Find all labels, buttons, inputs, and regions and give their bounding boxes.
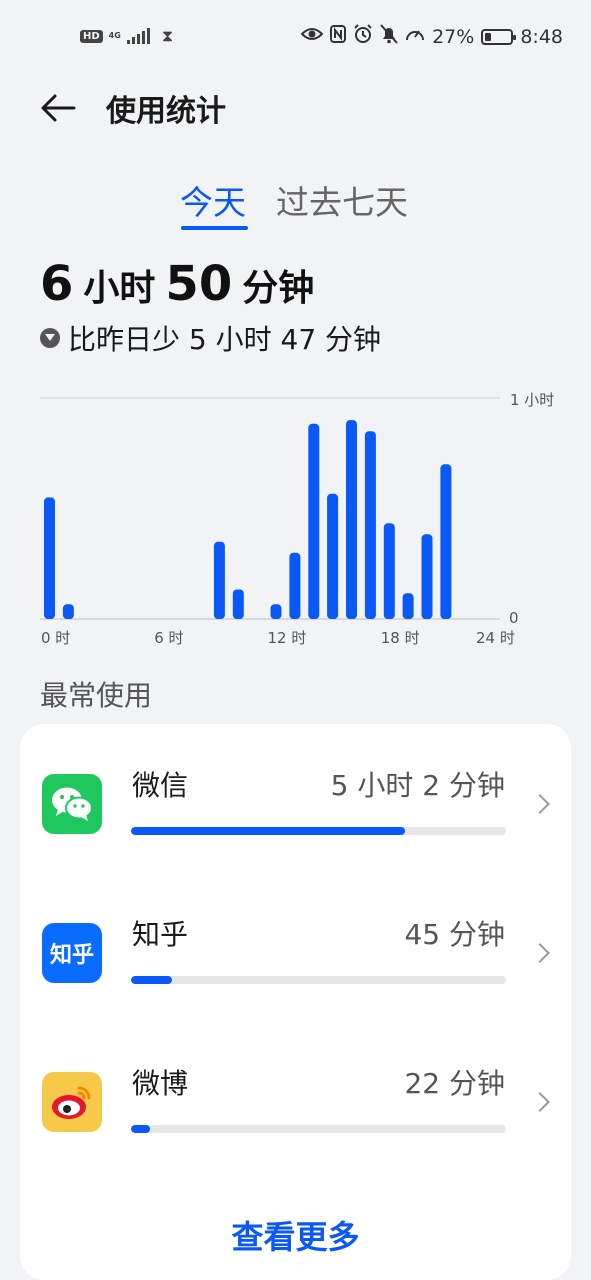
usage-bar-hour-9: [213, 541, 225, 619]
usage-bar-hour-21: [440, 464, 452, 619]
app-usage-time: 22 分钟: [404, 1067, 505, 1100]
status-bar-left: HD 4G ⧗: [80, 26, 173, 46]
back-arrow-icon: [41, 94, 76, 122]
app-usage-time: 45 分钟: [404, 918, 505, 951]
nfc-icon: [330, 25, 347, 48]
page-title: 使用统计: [106, 94, 226, 129]
total-hours-unit: 小时: [83, 268, 156, 309]
comparison-text: 比昨日少 5 小时 47 分钟: [68, 323, 382, 356]
x-axis-tick-label: 12 时: [267, 629, 307, 647]
arrow-down-circle-icon: [40, 328, 60, 348]
period-tabs: 今天 过去七天: [0, 176, 591, 236]
mute-bell-icon: [380, 24, 398, 49]
speedometer-icon: [405, 25, 425, 48]
usage-bar-hour-15: [327, 493, 339, 619]
usage-bar-hour-20: [421, 534, 433, 619]
most-used-title: 最常使用: [40, 679, 153, 712]
clock: 8:48: [520, 25, 563, 48]
app-usage-bar: [131, 976, 506, 984]
hd-badge: HD: [80, 29, 103, 43]
signal-icon: [126, 28, 150, 44]
battery-icon: [481, 28, 517, 45]
y-axis-min-label: 0: [509, 609, 519, 627]
app-name: 知乎: [132, 918, 189, 951]
hourglass-icon: ⧗: [161, 26, 174, 45]
total-usage: 6 小时 50 分钟: [40, 256, 314, 312]
app-row-weibo[interactable]: 微博 22 分钟: [20, 1022, 571, 1162]
battery-level-fill: [485, 32, 492, 41]
app-usage-bar-fill: [131, 827, 405, 835]
tab-past-seven-days[interactable]: 过去七天: [276, 176, 408, 224]
app-header: 使用统计: [0, 80, 591, 136]
network-type-label: 4G: [108, 31, 121, 40]
wechat-icon: [42, 774, 102, 834]
eye-icon: [300, 26, 324, 47]
chevron-right-icon: [530, 1092, 550, 1112]
app-usage-time: 5 小时 2 分钟: [330, 769, 505, 802]
alarm-icon: [353, 24, 373, 49]
usage-bar-hour-18: [383, 523, 395, 619]
app-name: 微博: [132, 1067, 189, 1100]
usage-bar-hour-16: [346, 420, 357, 619]
usage-bar-hour-12: [270, 604, 282, 619]
total-minutes-value: 50: [165, 256, 233, 312]
app-usage-bar: [131, 827, 506, 835]
status-bar-right: 27% 8:48: [300, 24, 563, 49]
hourly-usage-chart: 1 小时 0 0 时 6 时 12 时 18 时 24 时: [0, 380, 591, 650]
app-row-wechat[interactable]: 微信 5 小时 2 分钟: [20, 724, 571, 864]
view-more-button[interactable]: 查看更多: [20, 1212, 571, 1258]
x-axis-tick-label: 0 时: [41, 629, 71, 647]
usage-bar-hour-17: [364, 431, 376, 619]
usage-bar-hour-19: [402, 593, 414, 619]
usage-bar-hour-14: [308, 423, 320, 619]
status-bar: HD 4G ⧗ 27% 8:48: [0, 0, 591, 72]
usage-bar-hour-10: [232, 589, 244, 619]
x-axis-tick-label: 6 时: [154, 629, 184, 647]
app-usage-bar-fill: [131, 976, 173, 984]
total-minutes-unit: 分钟: [242, 268, 315, 309]
zhihu-icon-text: 知乎: [49, 943, 94, 968]
tab-today[interactable]: 今天: [180, 176, 246, 224]
x-axis-tick-label: 18 时: [380, 629, 420, 647]
active-tab-indicator: [181, 226, 248, 230]
usage-bar-hour-13: [289, 552, 301, 619]
back-button[interactable]: [38, 88, 78, 128]
total-hours-value: 6: [40, 256, 74, 312]
weibo-icon: [42, 1072, 102, 1132]
x-axis-tick-label: 24 时: [476, 629, 515, 647]
zhihu-icon: 知乎: [42, 923, 102, 983]
hourly-usage-chart-svg: [40, 397, 500, 620]
chevron-right-icon: [530, 794, 550, 814]
app-usage-bar-fill: [131, 1125, 150, 1133]
y-axis-max-label: 1 小时: [510, 391, 555, 409]
battery-percent: 27%: [432, 25, 475, 48]
chevron-right-icon: [530, 943, 550, 963]
app-row-zhihu[interactable]: 知乎 知乎 45 分钟: [20, 873, 571, 1013]
usage-comparison: 比昨日少 5 小时 47 分钟: [40, 318, 381, 358]
app-usage-bar: [131, 1125, 506, 1133]
app-name: 微信: [132, 769, 189, 802]
usage-bar-hour-1: [62, 604, 74, 619]
most-used-card: 微信 5 小时 2 分钟 知乎 知乎 45 分钟 微博 22 分钟 查看更多: [20, 724, 571, 1280]
usage-bar-hour-0: [44, 497, 55, 619]
